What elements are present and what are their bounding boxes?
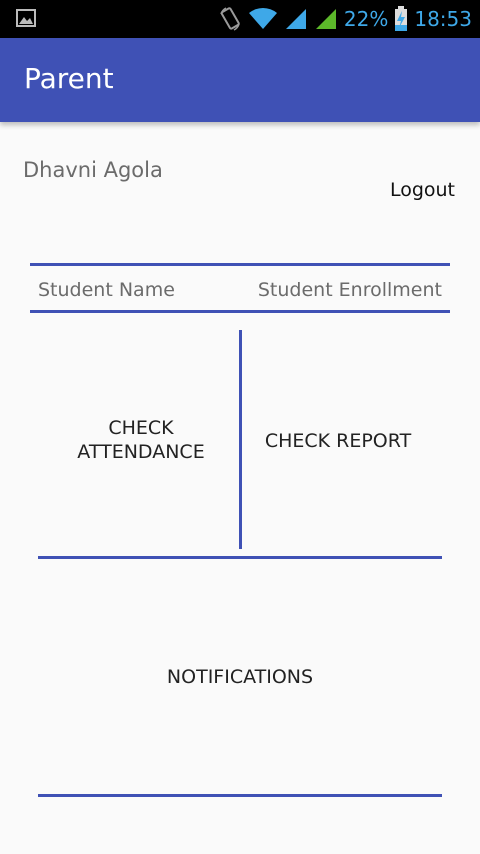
- divider: [30, 263, 450, 266]
- check-report-button[interactable]: CHECK REPORT: [242, 330, 434, 552]
- battery-percent: 22%: [343, 7, 389, 31]
- gallery-icon: [16, 9, 36, 27]
- divider: [30, 310, 450, 313]
- clock: 18:53: [414, 7, 472, 31]
- wifi-icon: [248, 7, 277, 30]
- app-bar-title: Parent: [24, 62, 114, 95]
- rotate-icon: [220, 7, 240, 31]
- logout-button[interactable]: Logout: [390, 179, 455, 201]
- battery-charging-icon: [395, 6, 408, 31]
- app-bar: Parent: [0, 38, 480, 122]
- user-name: Dhavni Agola: [23, 158, 163, 182]
- signal-icon: [315, 9, 336, 29]
- student-name-header: Student Name: [38, 279, 175, 301]
- signal-icon: [285, 9, 306, 29]
- notifications-button[interactable]: NOTIFICATIONS: [38, 560, 442, 794]
- student-enrollment-header: Student Enrollment: [257, 279, 442, 301]
- check-attendance-button[interactable]: CHECK ATTENDANCE: [40, 330, 242, 550]
- divider: [38, 556, 442, 559]
- status-bar: 22% 18:53: [0, 0, 480, 38]
- divider: [38, 794, 442, 797]
